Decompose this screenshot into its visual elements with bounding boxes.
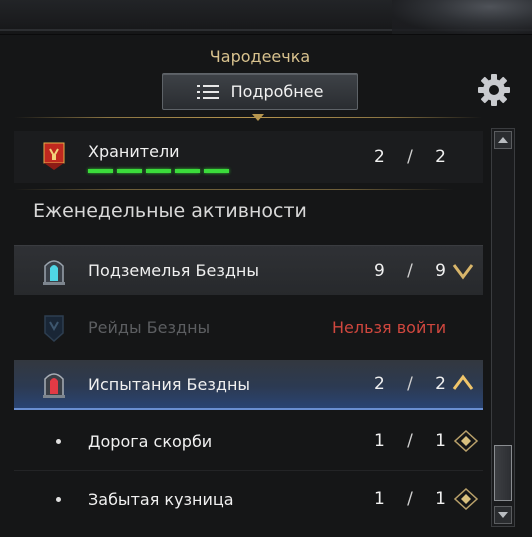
- cannot-enter-status: Нельзя войти: [332, 317, 447, 337]
- scroll-up-button[interactable]: [494, 131, 512, 149]
- progress-segment: [117, 169, 142, 173]
- banner-icon: [43, 142, 65, 170]
- scroll-down-button[interactable]: [494, 506, 512, 524]
- sub-item-forgotten-forge[interactable]: Забытая кузница 1 / 1: [14, 475, 483, 523]
- count-total: 1: [435, 431, 446, 451]
- abyss-trial-icon: [43, 373, 65, 398]
- progress-segment: [146, 169, 171, 173]
- sub-item-count: 1 / 1: [374, 489, 446, 509]
- weekly-activities-title: Еженедельные активности: [33, 200, 307, 222]
- abyss-raids-label: Рейды Бездны: [88, 317, 211, 337]
- count-current: 2: [374, 374, 385, 394]
- window-top-frame: [0, 0, 532, 35]
- scrollbar-thumb[interactable]: [494, 445, 512, 501]
- frame-ornament: [392, 0, 532, 34]
- chevron-down-icon[interactable]: [452, 262, 474, 280]
- guardians-label: Хранители: [88, 142, 180, 161]
- sub-item-road-of-sorrow[interactable]: Дорога скорби 1 / 1: [14, 417, 483, 465]
- scrollbar[interactable]: [491, 128, 515, 527]
- abyss-raids-row: Рейды Бездны Нельзя войти: [14, 303, 483, 351]
- list-icon: [196, 84, 219, 99]
- progress-segment: [175, 169, 200, 173]
- count-separator: /: [407, 260, 413, 281]
- abyss-portal-icon: [43, 260, 65, 285]
- header-divider: [14, 117, 482, 118]
- arrow-down-icon: [498, 512, 508, 518]
- abyss-dungeons-count: 9 / 9: [374, 261, 446, 281]
- sub-item-label: Дорога скорби: [88, 431, 213, 451]
- gear-icon[interactable]: [476, 72, 512, 108]
- arrow-up-icon: [498, 137, 508, 143]
- count-separator: /: [407, 147, 413, 167]
- count-current: 2: [374, 147, 385, 167]
- abyss-trials-label: Испытания Бездны: [88, 374, 251, 394]
- bullet-dot: [56, 439, 61, 444]
- guardians-progress-bar: [88, 169, 229, 173]
- count-current: 1: [374, 489, 385, 509]
- progress-segment: [88, 169, 113, 173]
- guardians-count: 2 / 2: [374, 147, 446, 167]
- sub-item-label: Забытая кузница: [88, 489, 234, 509]
- diamond-marker-icon[interactable]: [454, 430, 478, 452]
- character-class-name: Чародеечка: [209, 47, 311, 66]
- bullet-dot: [56, 497, 61, 502]
- count-total: 9: [435, 260, 446, 281]
- section-divider: [14, 189, 454, 190]
- chevron-up-icon[interactable]: [452, 374, 474, 392]
- row-divider: [14, 470, 483, 471]
- abyss-raid-icon: [44, 315, 64, 343]
- abyss-dungeons-row[interactable]: Подземелья Бездны 9 / 9: [14, 245, 483, 295]
- abyss-trials-row[interactable]: Испытания Бездны 2 / 2: [14, 360, 483, 410]
- details-button[interactable]: Подробнее: [162, 73, 358, 110]
- count-separator: /: [407, 489, 413, 509]
- guardians-row[interactable]: Хранители 2 / 2: [14, 131, 483, 183]
- details-button-label: Подробнее: [230, 82, 324, 101]
- sub-item-count: 1 / 1: [374, 431, 446, 451]
- count-total: 1: [435, 489, 446, 509]
- progress-segment: [204, 169, 229, 173]
- divider-notch: [252, 114, 264, 121]
- count-total: 2: [435, 374, 446, 394]
- count-separator: /: [407, 431, 413, 451]
- count-separator: /: [407, 374, 413, 394]
- count-total: 2: [435, 147, 446, 167]
- diamond-marker-icon[interactable]: [454, 488, 478, 510]
- count-current: 9: [374, 260, 385, 281]
- abyss-trials-count: 2 / 2: [374, 374, 446, 394]
- abyss-dungeons-label: Подземелья Бездны: [88, 261, 259, 280]
- count-current: 1: [374, 431, 385, 451]
